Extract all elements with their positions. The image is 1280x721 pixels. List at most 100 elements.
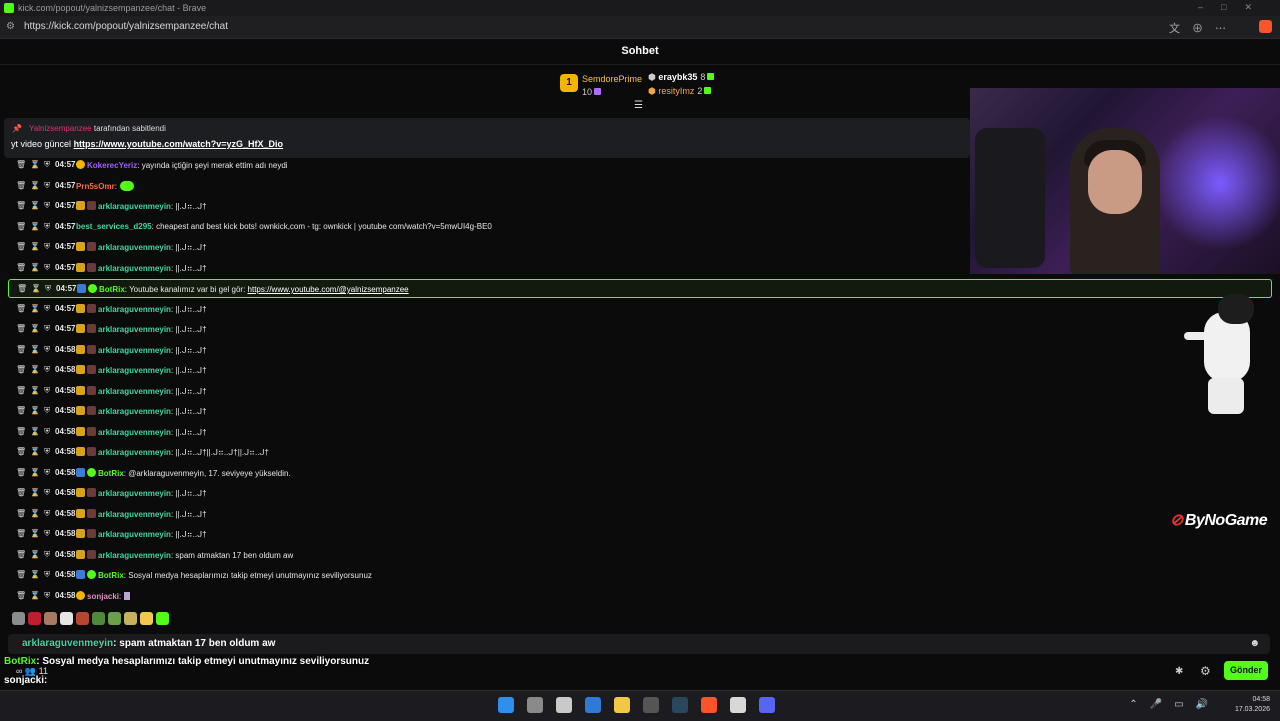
chat-settings-icon[interactable]: ✱ [1175,666,1183,677]
message-username[interactable]: arklaraguvenmeyin [98,243,171,252]
browser-tools-icons[interactable]: 文⊕⋯ [1169,20,1238,36]
message-username[interactable]: Prn5sOmr [76,182,115,191]
emote-bar[interactable] [12,612,172,625]
emote-icon[interactable] [108,612,121,625]
chat-message-row[interactable]: 🗑⌛⛨ 04:58 arklaraguvenmeyin: ||.ᒍ⠶..ᒍ†||.ᒍ… [8,443,1270,461]
media-player-icon[interactable] [730,697,746,713]
message-username[interactable]: arklaraguvenmeyin [98,428,171,437]
message-username[interactable]: arklaraguvenmeyin [98,407,171,416]
chat-message-row[interactable]: 🗑⌛⛨ 04:58 arklaraguvenmeyin: ||.ᒍ⠶..ᒍ† [8,423,1270,441]
message-username[interactable]: arklaraguvenmeyin [98,530,171,539]
emote-icon[interactable] [76,612,89,625]
system-tray[interactable]: ⌃🎤▭🔊 [1129,699,1220,710]
emote-icon[interactable] [156,612,169,625]
photos-icon[interactable] [585,697,601,713]
message-username[interactable]: sonjacki [87,592,119,601]
emote-icon[interactable] [60,612,73,625]
pinned-link[interactable]: https://www.youtube.com/watch?v=yzG_HfX_… [74,139,283,149]
pin-icon[interactable]: 📌 [12,124,22,133]
collapse-chevron-icon[interactable]: ☰ [634,100,643,111]
mod-actions-icons[interactable]: 🗑⌛⛨ [16,529,54,539]
url-field[interactable]: https://kick.com/popout/yalnizsempanzee/… [24,21,228,32]
mod-actions-icons[interactable]: 🗑⌛⛨ [16,345,54,355]
chat-message-row[interactable]: 🗑⌛⛨ 04:58 BotRix: @arklaraguvenmeyin, 17. … [8,464,1270,482]
message-username[interactable]: arklaraguvenmeyin [98,489,171,498]
message-username[interactable]: arklaraguvenmeyin [98,366,171,375]
chat-message-row[interactable]: 🗑⌛⛨ 04:58 arklaraguvenmeyin: ||.ᒍ⠶..ᒍ† [8,505,1270,523]
brave-icon[interactable] [701,697,717,713]
mod-actions-icons[interactable]: 🗑⌛⛨ [16,365,54,375]
mod-actions-icons[interactable]: 🗑⌛⛨ [16,447,54,457]
start-icon[interactable] [498,697,514,713]
message-username[interactable]: best_services_d295 [76,222,152,231]
site-info-icon[interactable]: ⚙ [6,21,15,32]
message-username[interactable]: KokerecYeriz [87,161,137,170]
message-username[interactable]: arklaraguvenmeyin [98,448,171,457]
message-username[interactable]: arklaraguvenmeyin [98,305,171,314]
chat-message-row[interactable]: 🗑⌛⛨ 04:58 arklaraguvenmeyin: ||.ᒍ⠶..ᒍ† [8,525,1270,543]
message-username[interactable]: arklaraguvenmeyin [98,551,171,560]
mod-actions-icons[interactable]: 🗑⌛⛨ [17,284,55,294]
mod-actions-icons[interactable]: 🗑⌛⛨ [16,488,54,498]
send-button[interactable]: Gönder [1224,661,1268,680]
chat-message-row[interactable]: 🗑⌛⛨ 04:57 arklaraguvenmeyin: ||.ᒍ⠶..ᒍ† [8,300,1270,318]
emote-icon[interactable] [92,612,105,625]
chat-message-row[interactable]: 🗑⌛⛨ 04:58 arklaraguvenmeyin: ||.ᒍ⠶..ᒍ† [8,382,1270,400]
chat-message-row[interactable]: 🗑⌛⛨ 04:58 arklaraguvenmeyin: ||.ᒍ⠶..ᒍ† [8,361,1270,379]
message-username[interactable]: arklaraguvenmeyin [98,346,171,355]
message-username[interactable]: arklaraguvenmeyin [98,510,171,519]
emote-icon[interactable] [44,612,57,625]
chat-message-row[interactable]: 🗑⌛⛨ 04:58 arklaraguvenmeyin: ||.ᒍ⠶..ᒍ† [8,484,1270,502]
chat-message-row[interactable]: 🗑⌛⛨ 04:57 BotRix: Youtube kanalımız var bi… [8,279,1272,298]
mod-actions-icons[interactable]: 🗑⌛⛨ [16,263,54,273]
chat-message-row[interactable]: 🗑⌛⛨ 04:58 BotRix: Sosyal medya hesaplarımı… [8,566,1270,584]
file-explorer-icon[interactable] [614,697,630,713]
mod-actions-icons[interactable]: 🗑⌛⛨ [16,201,54,211]
emote-icon[interactable] [28,612,41,625]
chat-message-row[interactable]: 🗑⌛⛨ 04:57 arklaraguvenmeyin: ||.ᒍ⠶..ᒍ† [8,320,1270,338]
message-username[interactable]: arklaraguvenmeyin [98,325,171,334]
mod-actions-icons[interactable]: 🗑⌛⛨ [16,550,54,560]
gear-icon[interactable]: ⚙ [1200,664,1211,678]
mod-actions-icons[interactable]: 🗑⌛⛨ [16,222,54,232]
message-username[interactable]: arklaraguvenmeyin [98,264,171,273]
steam-icon[interactable] [672,697,688,713]
message-username[interactable]: BotRix [98,469,124,478]
chat-message-row[interactable]: 🗑⌛⛨ 04:58 arklaraguvenmeyin: spam atmaktan… [8,546,1270,564]
mod-actions-icons[interactable]: 🗑⌛⛨ [16,509,54,519]
gifter-2[interactable]: ⬢ eraybk35 8 [648,72,715,83]
window-controls[interactable]: –□✕ [1198,2,1270,13]
chat-message-row[interactable]: 🗑⌛⛨ 04:58 arklaraguvenmeyin: ||.ᒍ⠶..ᒍ† [8,402,1270,420]
mod-actions-icons[interactable]: 🗑⌛⛨ [16,591,54,601]
message-username[interactable]: arklaraguvenmeyin [98,202,171,211]
mod-actions-icons[interactable]: 🗑⌛⛨ [16,324,54,334]
discord-icon[interactable] [759,697,775,713]
brave-shields-icon[interactable] [1259,20,1272,33]
clock[interactable]: 04:58 17.03.2026 [1235,695,1270,715]
emote-icon[interactable] [140,612,153,625]
emote-icon[interactable] [12,612,25,625]
mod-actions-icons[interactable]: 🗑⌛⛨ [16,468,54,478]
mod-actions-icons[interactable]: 🗑⌛⛨ [16,304,54,314]
emote-icon[interactable] [119,181,134,191]
mod-actions-icons[interactable]: 🗑⌛⛨ [16,570,54,580]
mod-actions-icons[interactable]: 🗑⌛⛨ [16,386,54,396]
mod-actions-icons[interactable]: 🗑⌛⛨ [16,181,54,191]
task-view-icon[interactable] [527,697,543,713]
mod-actions-icons[interactable]: 🗑⌛⛨ [16,427,54,437]
emoji-picker-icon[interactable]: ☻ [1249,638,1260,649]
pinned-by-user[interactable]: Yalnizsempanzee [29,124,92,133]
message-username[interactable]: arklaraguvenmeyin [98,387,171,396]
message-username[interactable]: BotRix [99,285,125,294]
mod-actions-icons[interactable]: 🗑⌛⛨ [16,242,54,252]
chat-message-row[interactable]: 🗑⌛⛨ 04:58 arklaraguvenmeyin: ||.ᒍ⠶..ᒍ† [8,341,1270,359]
message-link[interactable]: https://www.youtube.com/@yalnizsempanzee [248,285,409,294]
emote-icon[interactable] [124,592,131,600]
mod-actions-icons[interactable]: 🗑⌛⛨ [16,406,54,416]
chat-message-row[interactable]: 🗑⌛⛨ 04:58 sonjacki: [8,587,1270,605]
mod-actions-icons[interactable]: 🗑⌛⛨ [16,160,54,170]
obs-icon[interactable] [643,697,659,713]
gifter-3[interactable]: ⬢ resityImz 2 [648,86,712,97]
message-username[interactable]: BotRix [98,571,124,580]
emote-icon[interactable] [124,612,137,625]
